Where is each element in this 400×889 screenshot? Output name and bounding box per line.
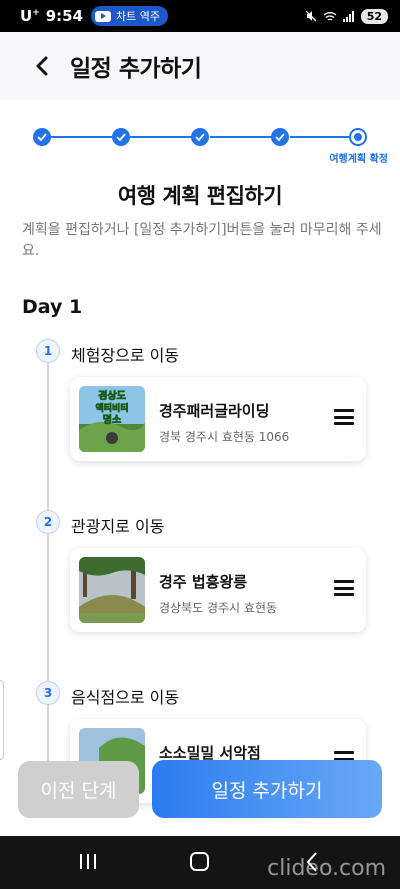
youtube-icon — [95, 10, 112, 22]
status-bar: U+ 9:54 차트 역주 52 — [0, 0, 400, 32]
watermark: clideo.com — [267, 856, 386, 881]
place-thumbnail — [79, 557, 145, 623]
mute-icon — [305, 10, 317, 22]
carrier-label: U+ — [20, 7, 40, 25]
step-5-current — [349, 128, 367, 146]
check-icon — [116, 133, 126, 141]
thumb-text-line-2: 액티비티 — [95, 402, 128, 414]
step-connector — [290, 136, 350, 138]
section-description: 계획을 편집하거나 [일정 추가하기]버튼을 눌러 마무리해 주세요. — [22, 222, 382, 259]
place-name: 경주패러글라이딩 — [159, 402, 270, 420]
place-address: 경북 경주시 효현동 1066 — [159, 430, 290, 444]
place-address: 경상북도 경주시 효현동 — [159, 601, 278, 615]
check-icon — [275, 133, 285, 141]
place-card[interactable]: 경상도 액티비티 명소 경주패러글라이딩 경북 경주시 효현동 1066 — [70, 377, 366, 461]
stop-number: 2 — [36, 510, 60, 534]
place-name: 경주 법흥왕릉 — [159, 573, 248, 591]
step-4-complete — [271, 128, 289, 146]
stop-title: 체험장으로 이동 — [71, 346, 180, 365]
prev-step-button[interactable]: 이전 단계 — [18, 761, 139, 818]
status-icons: 52 — [305, 8, 388, 24]
section-title: 여행 계획 편집하기 — [117, 184, 283, 208]
check-icon — [195, 133, 205, 141]
status-time: 9:54 — [45, 7, 84, 25]
thumb-text-line-3: 명소 — [103, 413, 121, 426]
current-step-label: 여행계획 확정 — [329, 154, 388, 165]
step-connector — [210, 136, 272, 138]
check-icon — [37, 133, 47, 141]
system-nav-bar: clideo.com — [0, 836, 400, 889]
step-connector — [130, 136, 192, 138]
add-schedule-button[interactable]: 일정 추가하기 — [152, 760, 382, 818]
wifi-icon — [323, 11, 337, 21]
step-1-complete — [33, 128, 51, 146]
place-thumbnail: 경상도 액티비티 명소 — [79, 386, 145, 452]
media-notification-pill[interactable]: 차트 역주 — [91, 6, 169, 26]
drag-handle-icon[interactable] — [334, 580, 354, 596]
app-header: 일정 추가하기 — [0, 32, 400, 100]
chevron-left-icon — [36, 56, 48, 76]
step-2-complete — [112, 128, 130, 146]
step-connector — [50, 136, 112, 138]
progress-stepper: 여행계획 확정 — [0, 122, 400, 172]
side-edge-handle[interactable] — [0, 680, 4, 760]
page-title: 일정 추가하기 — [70, 56, 202, 82]
battery-icon: 52 — [360, 8, 388, 24]
day-label: Day 1 — [22, 296, 83, 318]
recent-apps-icon[interactable] — [80, 854, 96, 869]
drag-handle-icon[interactable] — [334, 409, 354, 425]
place-card[interactable]: 경주 법흥왕릉 경상북도 경주시 효현동 — [70, 548, 366, 632]
step-3-complete — [191, 128, 209, 146]
thumb-text-line-1: 경상도 — [98, 389, 126, 402]
stop-title: 관광지로 이동 — [71, 517, 165, 536]
stop-title: 음식점으로 이동 — [71, 688, 180, 707]
signal-icon — [342, 10, 354, 22]
stop-number: 1 — [36, 339, 60, 363]
home-icon[interactable] — [190, 852, 209, 871]
stop-number: 3 — [36, 681, 60, 705]
back-button[interactable] — [22, 46, 62, 86]
